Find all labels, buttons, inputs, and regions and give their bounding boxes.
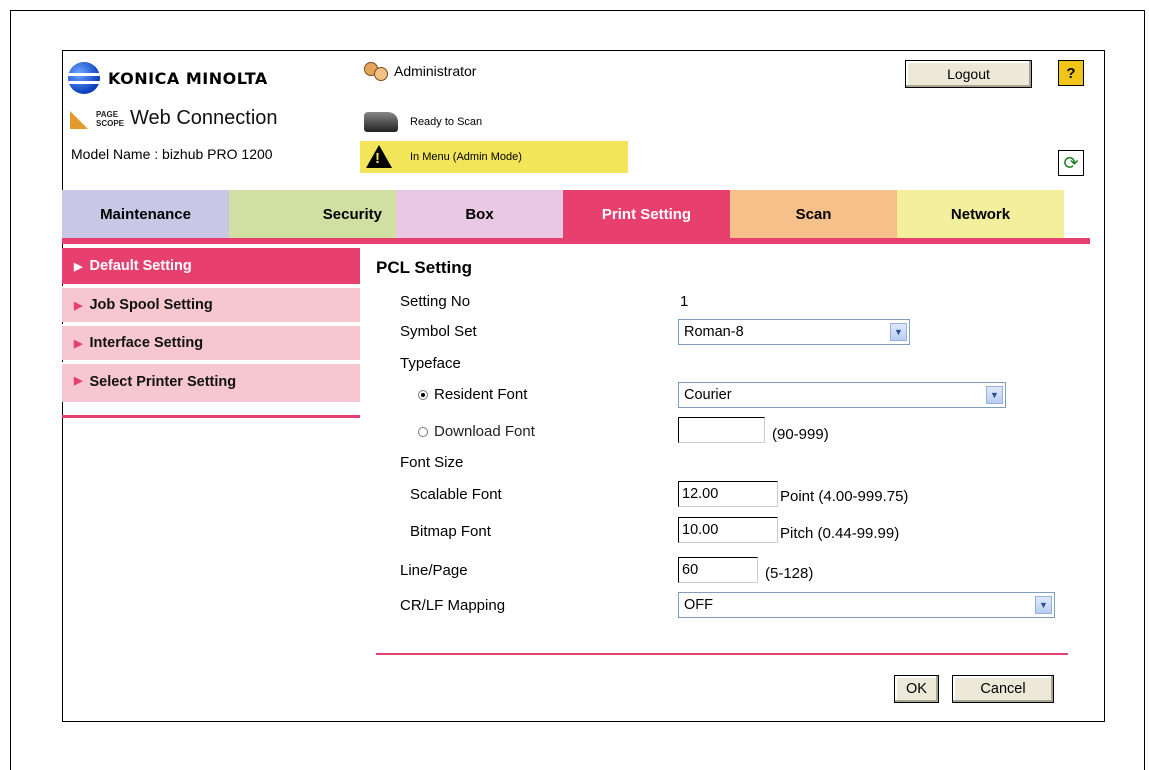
tab-label: Maintenance: [100, 205, 191, 223]
menu-status: In Menu (Admin Mode): [360, 141, 628, 173]
pagescope-line2: SCOPE: [96, 118, 125, 128]
tab-label: Network: [950, 205, 1011, 223]
line-page-range: (5-128): [765, 565, 814, 582]
model-name: Model Name : bizhub PRO 1200: [71, 146, 273, 162]
typeface-label: Typeface: [400, 355, 461, 372]
arrow-right-icon: ▶: [74, 260, 83, 273]
chevron-down-icon[interactable]: ▼: [1035, 596, 1052, 614]
refresh-button[interactable]: ⟳: [1058, 150, 1084, 176]
tab-maintenance[interactable]: Maintenance: [62, 190, 229, 238]
sidebar-divider: [62, 415, 360, 418]
pagescope-icon: [70, 109, 90, 129]
help-icon: ?: [1066, 64, 1076, 82]
sidebar-item-interface-setting[interactable]: ▶ Interface Setting: [62, 324, 360, 360]
scalable-font-unit: Point (4.00-999.75): [780, 488, 909, 505]
sidebar-item-default-setting[interactable]: ▶ Default Setting: [62, 248, 360, 284]
web-connection-title: Web Connection: [130, 107, 278, 129]
pagescope-text: PAGE SCOPE: [96, 110, 124, 128]
brand-logo: KONICA MINOLTA: [68, 62, 268, 94]
bitmap-font-label: Bitmap Font: [410, 523, 491, 540]
bitmap-font-input[interactable]: 10.00: [678, 517, 778, 543]
download-font-input[interactable]: [678, 417, 765, 443]
scanner-icon: [364, 112, 398, 132]
resident-font-select[interactable]: Courier ▼: [678, 382, 1006, 408]
main-tabs: Maintenance Security Box Print Setting S…: [62, 190, 1064, 238]
setting-no-value: 1: [680, 293, 689, 310]
symbol-set-select[interactable]: Roman-8 ▼: [678, 319, 910, 345]
chevron-down-icon[interactable]: ▼: [986, 386, 1003, 404]
sidebar-item-label: Job Spool Setting: [89, 297, 213, 313]
konica-minolta-globe-icon: [68, 62, 100, 94]
crlf-mapping-label: CR/LF Mapping: [400, 597, 506, 614]
form-divider: [376, 653, 1068, 655]
tab-scan[interactable]: Scan: [730, 190, 897, 238]
resident-font-value: Courier: [684, 387, 732, 403]
tab-label: Scan: [795, 205, 832, 223]
menu-status-text: In Menu (Admin Mode): [410, 151, 522, 163]
line-page-input[interactable]: 60: [678, 557, 758, 583]
web-connection-logo: PAGE SCOPE Web Connection: [70, 107, 278, 130]
page-title: PCL Setting: [376, 258, 473, 277]
symbol-set-label: Symbol Set: [400, 323, 477, 340]
tab-label: Box: [465, 205, 494, 223]
setting-no-label: Setting No: [400, 293, 471, 310]
brand-name: KONICA MINOLTA: [108, 68, 268, 88]
user-name: Administrator: [394, 63, 477, 79]
warning-icon: [364, 144, 394, 170]
arrow-right-icon: ▶: [74, 299, 83, 312]
font-size-label: Font Size: [400, 454, 464, 471]
download-font-label: Download Font: [434, 423, 535, 440]
tab-security[interactable]: Security: [229, 190, 396, 238]
crlf-mapping-select[interactable]: OFF ▼: [678, 592, 1055, 618]
tab-label: Security: [322, 205, 382, 223]
download-font-radio[interactable]: [418, 427, 428, 438]
cancel-button[interactable]: Cancel: [952, 675, 1054, 703]
tab-box[interactable]: Box: [396, 190, 563, 238]
help-button[interactable]: ?: [1058, 60, 1084, 86]
resident-font-option[interactable]: Resident Font: [418, 386, 527, 403]
scalable-font-input[interactable]: 12.00: [678, 481, 778, 507]
arrow-right-icon: ▶: [74, 375, 83, 387]
bitmap-font-unit: Pitch (0.44-99.99): [780, 525, 900, 542]
user-info: Administrator: [362, 58, 476, 84]
arrow-right-icon: ▶: [74, 337, 83, 350]
chevron-down-icon[interactable]: ▼: [890, 323, 907, 341]
scalable-font-label: Scalable Font: [410, 486, 502, 503]
tab-underline: [62, 238, 1090, 244]
sidebar-item-label: Default Setting: [89, 258, 192, 274]
tab-network[interactable]: Network: [897, 190, 1064, 238]
ok-button[interactable]: OK: [894, 675, 939, 703]
sidebar-item-label: Select Printer Setting: [89, 374, 237, 390]
pagescope-line1: PAGE: [96, 109, 119, 119]
symbol-set-value: Roman-8: [684, 324, 744, 340]
resident-font-radio[interactable]: [418, 390, 428, 401]
line-page-label: Line/Page: [400, 562, 468, 579]
tab-label: Print Setting: [601, 205, 692, 223]
scan-status-text: Ready to Scan: [410, 116, 483, 128]
refresh-icon: ⟳: [1063, 152, 1079, 173]
crlf-mapping-value: OFF: [684, 597, 713, 613]
sidebar-item-label: Interface Setting: [89, 335, 204, 351]
scan-status: Ready to Scan: [364, 112, 482, 132]
administrator-icon: [362, 58, 388, 84]
download-font-option[interactable]: Download Font: [418, 423, 535, 440]
logout-button[interactable]: Logout: [905, 60, 1032, 88]
sidebar-item-job-spool-setting[interactable]: ▶ Job Spool Setting: [62, 286, 360, 322]
resident-font-label: Resident Font: [434, 386, 528, 403]
download-font-range: (90-999): [772, 426, 829, 443]
tab-print-setting[interactable]: Print Setting: [563, 190, 730, 238]
sidebar-item-select-printer-setting[interactable]: ▶ Select Printer Setting: [62, 362, 360, 402]
